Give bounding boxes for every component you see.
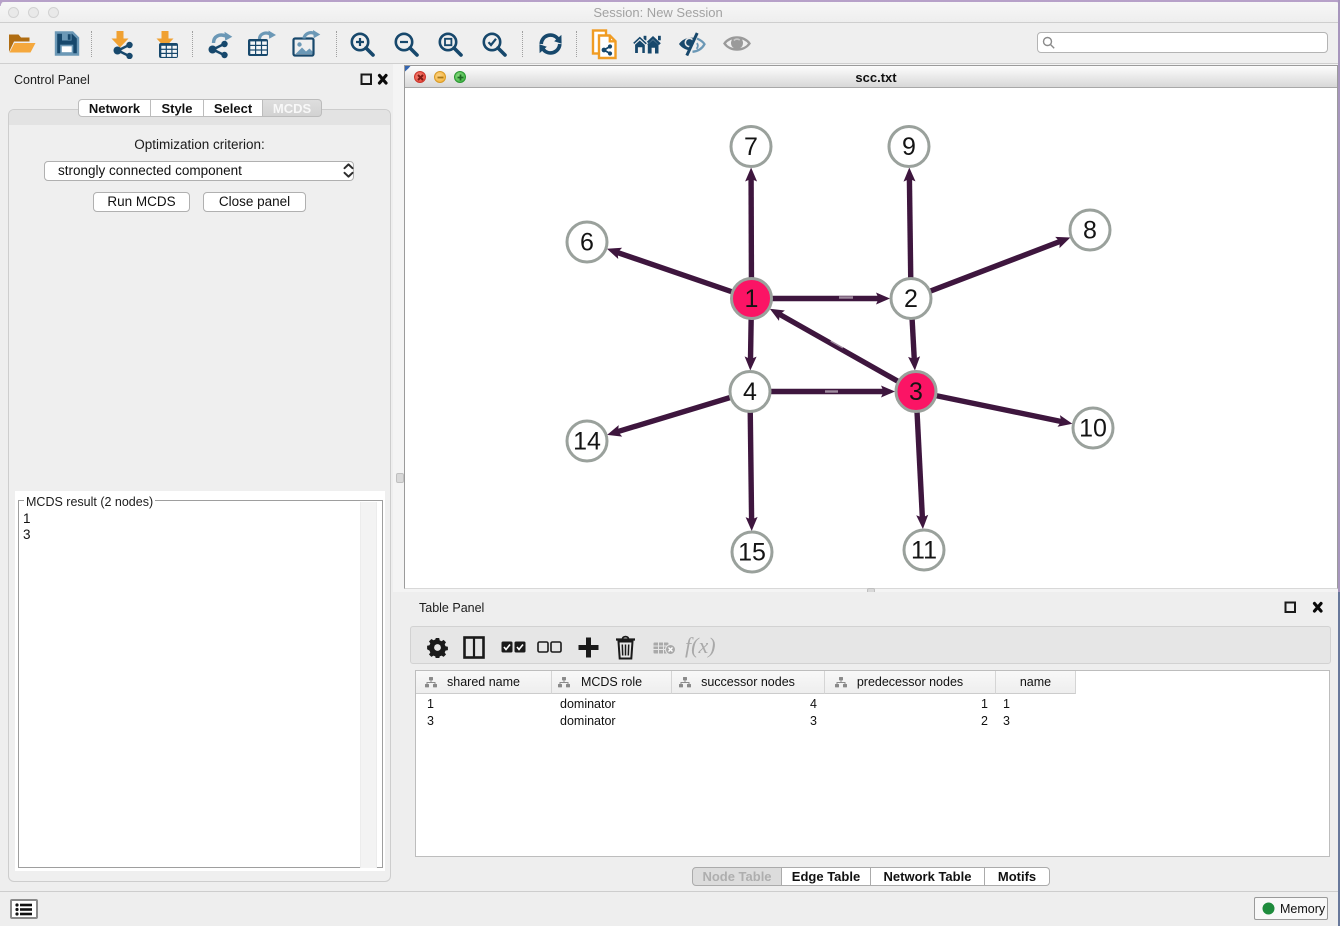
- svg-text:15: 15: [738, 539, 766, 567]
- svg-text:2: 2: [904, 285, 918, 313]
- svg-text:4: 4: [743, 378, 757, 406]
- svg-text:1: 1: [745, 285, 759, 313]
- svg-text:9: 9: [902, 133, 916, 161]
- svg-text:7: 7: [744, 133, 758, 161]
- svg-text:10: 10: [1079, 415, 1107, 443]
- svg-text:8: 8: [1083, 217, 1097, 245]
- svg-text:3: 3: [909, 378, 923, 406]
- svg-text:14: 14: [573, 428, 601, 456]
- svg-text:6: 6: [580, 229, 594, 257]
- svg-text:11: 11: [911, 537, 937, 565]
